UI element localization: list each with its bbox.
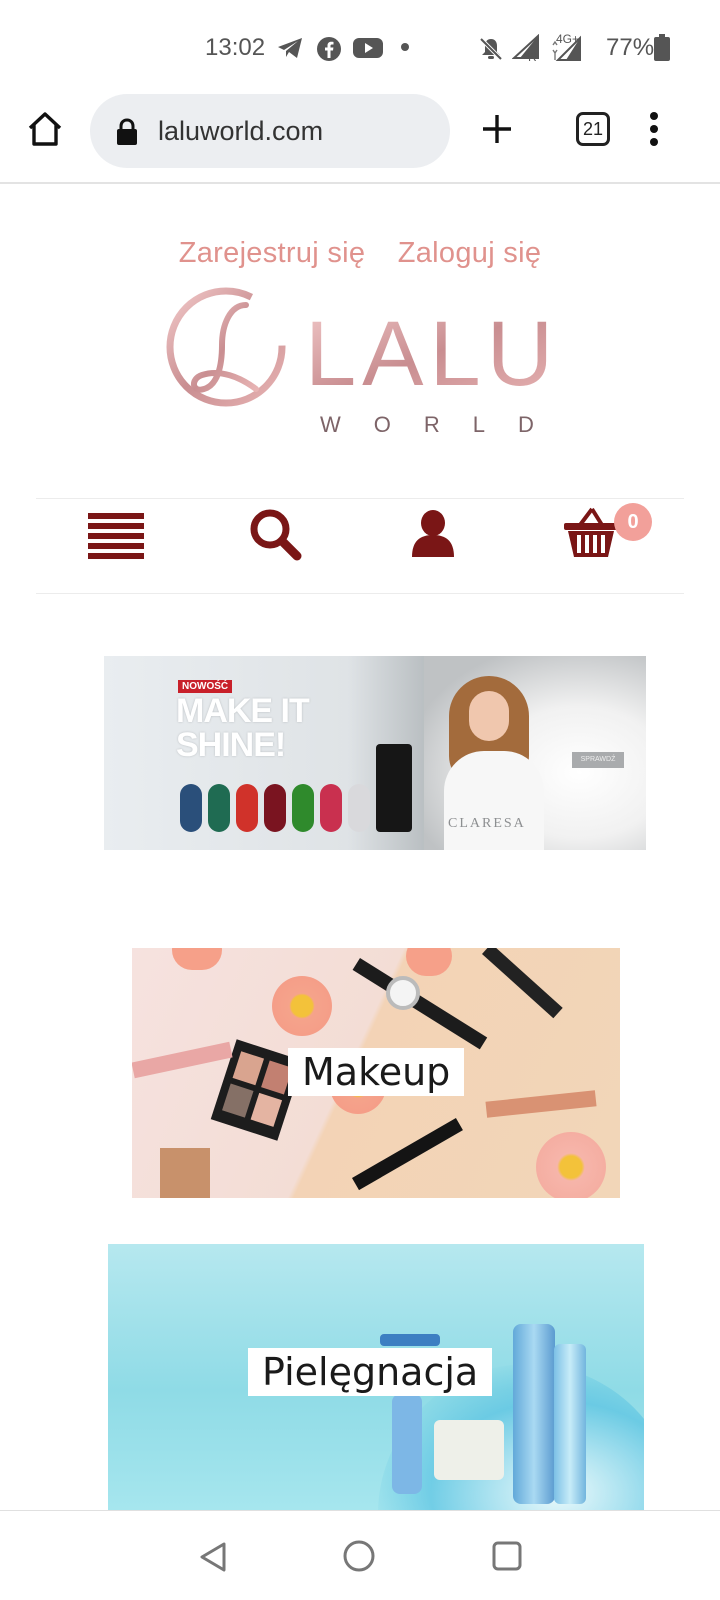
lipstick-image [485, 1090, 597, 1118]
foundation-bottle-image [160, 1148, 210, 1198]
promo-banner[interactable]: NOWOŚĆ MAKE IT SHINE! CLARESA SPRAWDŹ [104, 656, 646, 850]
tube-cap-image [380, 1334, 440, 1346]
home-circle-icon[interactable] [342, 1539, 376, 1573]
dropper-bottle-image [554, 1344, 586, 1504]
screen: 13:02 R 4G+ 77% laluworld.com 21 Zarejes… [0, 0, 720, 1600]
flower-image [172, 948, 222, 970]
banner-model-face [469, 691, 509, 741]
bell-off-icon [479, 37, 503, 61]
lock-icon [117, 118, 137, 145]
home-icon[interactable] [26, 110, 64, 148]
facebook-icon [317, 37, 341, 61]
notification-dot-icon [401, 43, 409, 51]
battery-icon [654, 34, 670, 61]
search-icon[interactable] [248, 507, 302, 561]
account-icon[interactable] [410, 509, 456, 559]
status-time: 13:02 [205, 34, 266, 61]
banner-headline-line2: SHINE! [176, 726, 286, 764]
battery-percent: 77% [606, 34, 655, 61]
category-label: Makeup [288, 1048, 465, 1096]
makeup-brush-image [352, 1118, 463, 1191]
serum-bottle-image [513, 1324, 555, 1504]
address-bar[interactable]: laluworld.com [90, 94, 450, 168]
roaming-indicator: R [528, 50, 537, 64]
cream-jar-image [434, 1420, 504, 1480]
category-makeup[interactable]: Makeup [132, 948, 620, 1198]
banner-model-dress [444, 751, 544, 850]
menu-icon[interactable] [88, 511, 144, 559]
signal-icon [552, 35, 581, 61]
cart-count-badge: 0 [614, 503, 652, 541]
url-text: laluworld.com [158, 116, 324, 146]
system-nav-bar [0, 1510, 720, 1600]
logo-sub-text: WORLD [320, 412, 560, 437]
auth-links: Zarejestruj się Zaloguj się [0, 237, 720, 270]
register-link[interactable]: Zarejestruj się [179, 237, 366, 269]
tab-switcher-button[interactable]: 21 [576, 112, 610, 146]
shop-toolbar: 0 [36, 498, 684, 594]
banner-cta-button[interactable]: SPRAWDŹ [572, 752, 624, 768]
status-bar: 13:02 R 4G+ 77% [0, 0, 720, 90]
telegram-icon [278, 38, 302, 58]
new-tab-icon[interactable] [480, 112, 514, 146]
pink-lipstick-image [132, 1041, 233, 1079]
tube-image [392, 1394, 422, 1494]
cart-icon[interactable] [562, 507, 620, 559]
logo-main-text: LALU [305, 303, 559, 405]
site-logo[interactable]: LALU WORLD [160, 285, 560, 455]
watch-face-image [386, 976, 420, 1010]
back-icon[interactable] [198, 1541, 228, 1573]
browser-toolbar: laluworld.com 21 [0, 90, 720, 184]
banner-brand: CLARESA [448, 816, 526, 831]
logo-emblem-icon [166, 287, 286, 407]
more-options-icon[interactable] [644, 110, 664, 148]
login-link[interactable]: Zaloguj się [398, 237, 542, 269]
category-label: Pielęgnacja [248, 1348, 493, 1396]
category-skincare[interactable]: Pielęgnacja [108, 1244, 644, 1510]
flower-image [536, 1132, 606, 1198]
lipgloss-image [482, 948, 563, 1019]
recents-icon[interactable] [492, 1541, 522, 1571]
flower-image [272, 976, 332, 1036]
flower-image [406, 948, 452, 976]
signal-icon [512, 34, 539, 59]
nail-polish-bottles [180, 744, 412, 836]
youtube-icon [353, 38, 383, 58]
